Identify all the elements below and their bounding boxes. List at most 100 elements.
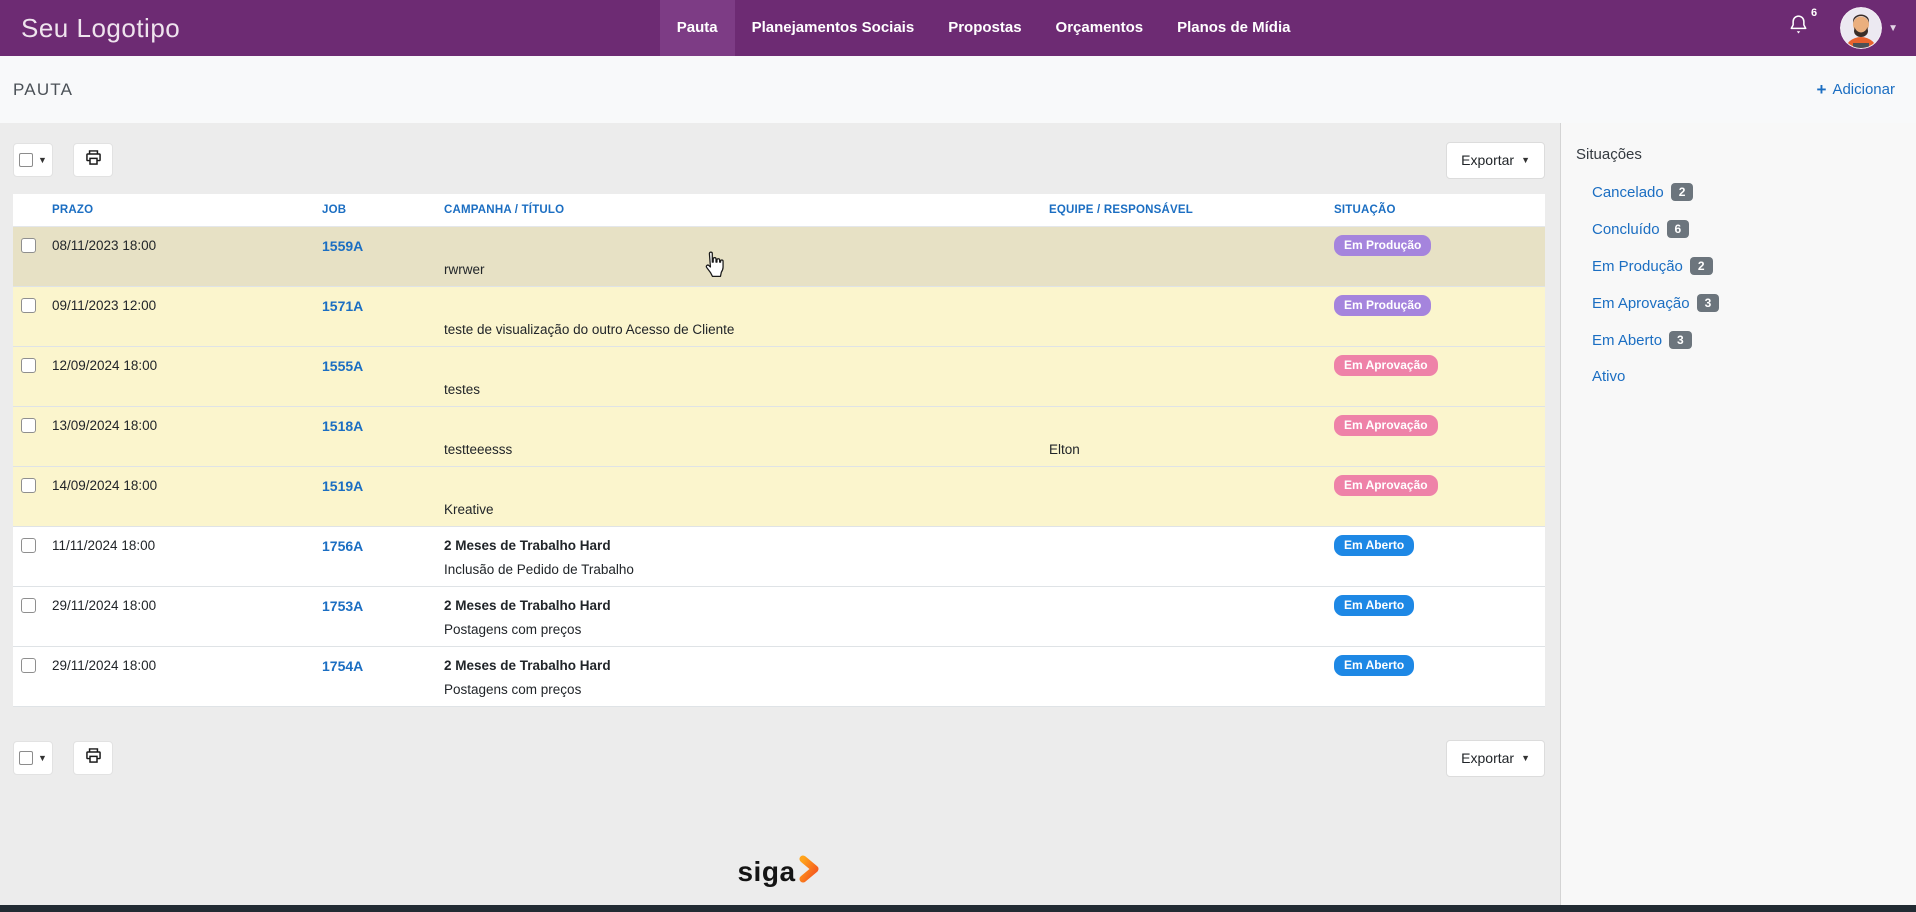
row-equipe-cell (1041, 227, 1326, 287)
situation-link[interactable]: Em Aprovação (1592, 295, 1690, 312)
select-all-checkbox[interactable] (19, 751, 33, 765)
column-header-situacao[interactable]: SITUAÇÃO (1326, 194, 1545, 227)
print-button[interactable] (73, 741, 113, 775)
row-prazo-cell: 13/09/2024 18:00 (44, 407, 314, 467)
row-campanha-cell: Kreative (436, 467, 1041, 527)
situation-link[interactable]: Cancelado (1592, 184, 1664, 201)
row-job-cell: 1555A (314, 347, 436, 407)
row-checkbox-cell (13, 587, 44, 647)
row-checkbox[interactable] (21, 658, 36, 673)
row-prazo-cell: 29/11/2024 18:00 (44, 647, 314, 707)
plus-icon: + (1817, 81, 1827, 98)
status-badge: Em Aprovação (1334, 355, 1438, 376)
export-button-label: Exportar (1461, 152, 1514, 168)
nav-item[interactable]: Pauta (660, 0, 735, 56)
row-campanha-cell: 2 Meses de Trabalho Hard Inclusão de Ped… (436, 527, 1041, 587)
table-row[interactable]: 09/11/2023 12:00 1571A teste de visualiz… (13, 287, 1545, 347)
print-button[interactable] (73, 143, 113, 177)
row-subtitulo: Kreative (444, 502, 494, 517)
siga-chevron-icon (799, 855, 821, 888)
job-link[interactable]: 1571A (322, 298, 363, 314)
app-logo[interactable]: Seu Logotipo (0, 0, 180, 56)
row-checkbox[interactable] (21, 478, 36, 493)
row-situacao-cell: Em Aprovação (1326, 407, 1545, 467)
app-page: Seu Logotipo Pauta Planejamentos Sociais… (0, 0, 1916, 912)
export-button[interactable]: Exportar ▼ (1446, 740, 1545, 777)
row-job-cell: 1519A (314, 467, 436, 527)
export-button[interactable]: Exportar ▼ (1446, 142, 1545, 179)
page-title: PAUTA (13, 80, 73, 100)
nav-item[interactable]: Propostas (931, 0, 1038, 56)
status-badge: Em Aprovação (1334, 415, 1438, 436)
situation-item: Ativo (1592, 368, 1906, 385)
job-link[interactable]: 1559A (322, 238, 363, 254)
chevron-down-icon: ▼ (1521, 753, 1530, 763)
row-situacao-cell: Em Aberto (1326, 587, 1545, 647)
bell-icon (1787, 13, 1810, 43)
job-link[interactable]: 1519A (322, 478, 363, 494)
table-row[interactable]: 08/11/2023 18:00 1559A rwrwer Em Produçã… (13, 227, 1545, 287)
situation-link[interactable]: Em Aberto (1592, 332, 1662, 349)
row-checkbox[interactable] (21, 358, 36, 373)
column-header-equipe[interactable]: EQUIPE / RESPONSÁVEL (1041, 194, 1326, 227)
main-nav: Pauta Planejamentos Sociais Propostas Or… (660, 0, 1308, 56)
situation-count-badge: 3 (1697, 294, 1720, 312)
row-prazo: 09/11/2023 12:00 (52, 298, 156, 313)
situation-item: Em Produção 2 (1592, 257, 1906, 275)
job-link[interactable]: 1518A (322, 418, 363, 434)
row-checkbox[interactable] (21, 298, 36, 313)
export-button-label: Exportar (1461, 750, 1514, 766)
status-badge: Em Aberto (1334, 655, 1414, 676)
table-row[interactable]: 12/09/2024 18:00 1555A testes Em Aprovaç… (13, 347, 1545, 407)
row-campanha-cell: testes (436, 347, 1041, 407)
select-all-dropdown-button[interactable]: ▼ (13, 741, 53, 775)
row-prazo: 29/11/2024 18:00 (52, 598, 156, 613)
table-row[interactable]: 14/09/2024 18:00 1519A Kreative Em Aprov… (13, 467, 1545, 527)
toolbar-top: ▼ Exportar ▼ (13, 143, 1545, 177)
situation-link[interactable]: Em Produção (1592, 258, 1683, 275)
job-link[interactable]: 1555A (322, 358, 363, 374)
add-button[interactable]: + Adicionar (1817, 81, 1895, 98)
select-all-checkbox[interactable] (19, 153, 33, 167)
row-prazo-cell: 29/11/2024 18:00 (44, 587, 314, 647)
header-checkbox-col (13, 194, 44, 227)
job-link[interactable]: 1753A (322, 598, 363, 614)
nav-item[interactable]: Planejamentos Sociais (735, 0, 932, 56)
row-equipe-cell (1041, 467, 1326, 527)
row-checkbox[interactable] (21, 238, 36, 253)
row-titulo: 2 Meses de Trabalho Hard (444, 538, 611, 553)
header-right: 6 ▼ (1787, 0, 1916, 56)
notification-count-badge: 6 (1811, 7, 1817, 19)
table-row[interactable]: 13/09/2024 18:00 1518A testteeesss Elton… (13, 407, 1545, 467)
row-situacao-cell: Em Produção (1326, 287, 1545, 347)
select-all-dropdown-button[interactable]: ▼ (13, 143, 53, 177)
job-link[interactable]: 1756A (322, 538, 363, 554)
row-checkbox-cell (13, 467, 44, 527)
row-equipe-cell (1041, 347, 1326, 407)
nav-item[interactable]: Orçamentos (1039, 0, 1161, 56)
row-checkbox-cell (13, 647, 44, 707)
avatar (1840, 7, 1882, 49)
situation-link[interactable]: Concluído (1592, 221, 1660, 238)
nav-item[interactable]: Planos de Mídia (1160, 0, 1307, 56)
row-titulo: 2 Meses de Trabalho Hard (444, 598, 611, 613)
column-header-prazo[interactable]: PRAZO (44, 194, 314, 227)
status-badge: Em Aberto (1334, 535, 1414, 556)
situation-item: Concluído 6 (1592, 220, 1906, 238)
table-row[interactable]: 29/11/2024 18:00 1753A 2 Meses de Trabal… (13, 587, 1545, 647)
row-checkbox[interactable] (21, 538, 36, 553)
status-badge: Em Produção (1334, 235, 1431, 256)
notifications-button[interactable]: 6 (1787, 13, 1816, 43)
row-checkbox[interactable] (21, 598, 36, 613)
row-job-cell: 1518A (314, 407, 436, 467)
user-menu[interactable]: ▼ (1840, 7, 1898, 49)
table-row[interactable]: 11/11/2024 18:00 1756A 2 Meses de Trabal… (13, 527, 1545, 587)
column-header-job[interactable]: JOB (314, 194, 436, 227)
situation-link[interactable]: Ativo (1592, 368, 1625, 385)
column-header-campanha[interactable]: CAMPANHA / TÍTULO (436, 194, 1041, 227)
printer-icon (83, 147, 104, 173)
row-subtitulo: teste de visualização do outro Acesso de… (444, 322, 734, 337)
job-link[interactable]: 1754A (322, 658, 363, 674)
row-checkbox[interactable] (21, 418, 36, 433)
table-row[interactable]: 29/11/2024 18:00 1754A 2 Meses de Trabal… (13, 647, 1545, 707)
